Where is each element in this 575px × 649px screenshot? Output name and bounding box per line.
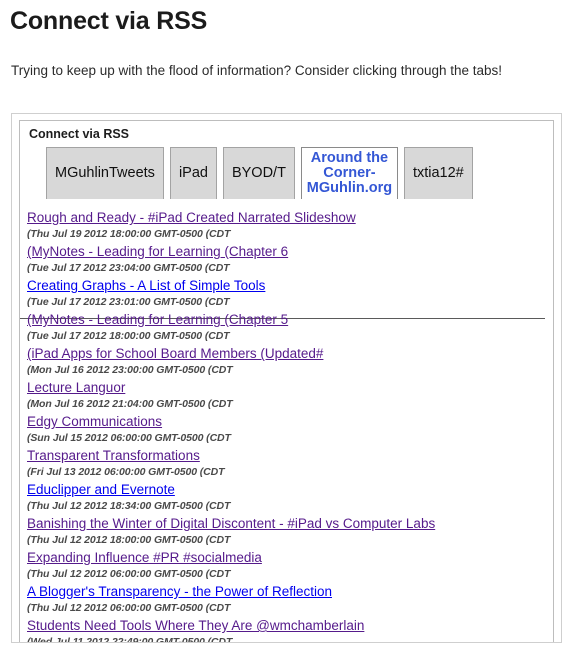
feed-entry-date: (Thu Jul 19 2012 18:00:00 GMT-0500 (CDT: [27, 228, 231, 240]
feed-entry: Banishing the Winter of Digital Disconte…: [27, 515, 553, 547]
page-intro-text: Trying to keep up with the flood of info…: [11, 63, 503, 78]
feed-entry-link[interactable]: Creating Graphs - A List of Simple Tools: [27, 277, 265, 294]
feed-entry-date: (Thu Jul 12 2012 06:00:00 GMT-0500 (CDT: [27, 568, 231, 580]
feed-entry-link[interactable]: Educlipper and Evernote: [27, 481, 175, 498]
feed-entry: (iPad Apps for School Board Members (Upd…: [27, 345, 553, 377]
tab-txtia12[interactable]: txtia12#: [403, 147, 473, 199]
feed-entry-link[interactable]: Students Need Tools Where They Are @wmch…: [27, 617, 364, 634]
tab-byod-t[interactable]: BYOD/T: [222, 147, 295, 199]
feed-entry-date: (Mon Jul 16 2012 23:00:00 GMT-0500 (CDT: [27, 364, 233, 376]
feed-entry-date: (Wed Jul 11 2012 22:49:00 GMT-0500 (CDT: [27, 636, 233, 642]
feed-entry-link[interactable]: Transparent Transformations: [27, 447, 200, 464]
feed-entry-date: (Thu Jul 12 2012 18:00:00 GMT-0500 (CDT: [27, 534, 231, 546]
feed-entry: (MyNotes - Leading for Learning (Chapter…: [27, 243, 553, 275]
tab-label: txtia12#: [412, 165, 464, 181]
feed-entry: A Blogger's Transparency - the Power of …: [27, 583, 553, 615]
feed-entry: Rough and Ready - #iPad Created Narrated…: [27, 209, 553, 241]
widget-legend: Connect via RSS: [29, 127, 130, 141]
feed-entry-date: (Thu Jul 12 2012 18:34:00 GMT-0500 (CDT: [27, 500, 231, 512]
feed-entry-link[interactable]: Rough and Ready - #iPad Created Narrated…: [27, 209, 356, 226]
tab-ipad[interactable]: iPad: [169, 147, 217, 199]
feed-entry-link[interactable]: Lecture Languor: [27, 379, 125, 396]
tab-label: Around the Corner-MGuhlin.org: [306, 150, 393, 196]
feed-entry: Educlipper and Evernote (Thu Jul 12 2012 …: [27, 481, 553, 513]
feed-entry: Expanding Influence #PR #socialmedia (Thu…: [27, 549, 553, 581]
feed-entry-date: (Tue Jul 17 2012 23:01:00 GMT-0500 (CDT: [27, 296, 230, 308]
feed-entry-link[interactable]: Banishing the Winter of Digital Disconte…: [27, 515, 435, 532]
feed-entry-date: (Tue Jul 17 2012 23:04:00 GMT-0500 (CDT: [27, 262, 230, 274]
feed-entry-link[interactable]: Edgy Communications: [27, 413, 162, 430]
tab-label: MGuhlinTweets: [55, 165, 155, 181]
feed-entry-link[interactable]: (MyNotes - Leading for Learning (Chapter…: [27, 311, 288, 328]
tab-around-the-corner-mguhlin-org[interactable]: Around the Corner-MGuhlin.org: [300, 147, 398, 199]
rss-widget: Connect via RSS MGuhlinTweets iPad BYOD/T A…: [11, 113, 562, 643]
feed-entry-date: (Thu Jul 12 2012 06:00:00 GMT-0500 (CDT: [27, 602, 231, 614]
feed-entry-date: (Mon Jul 16 2012 21:04:00 GMT-0500 (CDT: [27, 398, 233, 410]
feed-entry: Creating Graphs - A List of Simple Tools…: [27, 277, 553, 309]
feed-entry-date: (Fri Jul 13 2012 06:00:00 GMT-0500 (CDT: [27, 466, 225, 478]
feed-entry: Edgy Communications (Sun Jul 15 2012 06:0…: [27, 413, 553, 445]
feed-entry: Students Need Tools Where They Are @wmch…: [27, 617, 553, 642]
feed-entry-link[interactable]: (iPad Apps for School Board Members (Upd…: [27, 345, 323, 362]
feed-entry-link[interactable]: A Blogger's Transparency - the Power of …: [27, 583, 332, 600]
tab-label: iPad: [178, 165, 208, 181]
page-title: Connect via RSS: [10, 7, 208, 35]
feed-entry-link[interactable]: (MyNotes - Leading for Learning (Chapter…: [27, 243, 288, 260]
tab-label: BYOD/T: [231, 165, 286, 181]
tab-mguhlintweets[interactable]: MGuhlinTweets: [46, 147, 164, 199]
feed-entry: Lecture Languor (Mon Jul 16 2012 21:04:00…: [27, 379, 553, 411]
rss-widget-inner-frame: Connect via RSS MGuhlinTweets iPad BYOD/T A…: [19, 120, 554, 642]
feed-list: Rough and Ready - #iPad Created Narrated…: [20, 206, 553, 642]
feed-entry-date: (Sun Jul 15 2012 06:00:00 GMT-0500 (CDT: [27, 432, 231, 444]
feed-entry: (MyNotes - Leading for Learning (Chapter…: [27, 311, 553, 343]
feed-entry-link[interactable]: Expanding Influence #PR #socialmedia: [27, 549, 262, 566]
tab-strip: MGuhlinTweets iPad BYOD/T Around the Corner…: [46, 146, 553, 199]
feed-entry: Transparent Transformations (Fri Jul 13 2…: [27, 447, 553, 479]
feed-entry-date: (Tue Jul 17 2012 18:00:00 GMT-0500 (CDT: [27, 330, 230, 342]
